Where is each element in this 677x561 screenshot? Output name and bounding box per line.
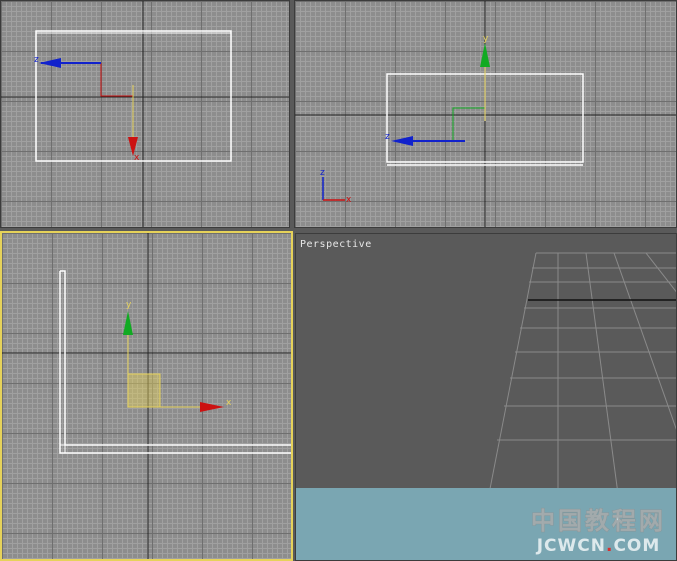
axis-label-z: z xyxy=(34,55,39,65)
tripod-label-x: x xyxy=(346,195,352,205)
watermark-cn: 中国教程网 xyxy=(531,507,666,536)
gizmo-plane xyxy=(452,107,485,141)
tripod-label-z: z xyxy=(320,168,325,178)
viewport-left-scene: y x xyxy=(2,233,291,559)
viewport-top-scene: z x xyxy=(1,1,289,227)
z-arrow xyxy=(391,136,413,146)
viewport-front[interactable]: y z z x xyxy=(294,0,677,228)
viewport-front-scene: y z z x xyxy=(295,1,676,227)
gizmo-plane xyxy=(100,63,133,97)
watermark-com: COM xyxy=(613,536,661,556)
axis-label-x: x xyxy=(134,153,140,163)
y-arrow xyxy=(480,43,490,67)
world-axis-tripod: z x xyxy=(320,168,352,205)
object-outline xyxy=(60,270,291,446)
y-arrow xyxy=(123,311,133,335)
viewport-label-perspective: Perspective xyxy=(300,239,372,250)
axis-label-z: z xyxy=(385,132,390,142)
axis-label-x: x xyxy=(226,398,232,408)
axis-label-y: y xyxy=(483,34,489,44)
viewport-top[interactable]: z x xyxy=(0,0,290,228)
axis-label-y: y xyxy=(126,300,132,310)
viewport-left[interactable]: y x xyxy=(0,231,293,561)
gizmo-plane xyxy=(127,373,161,408)
watermark-en: JCWCN.COM xyxy=(531,536,666,556)
viewport-perspective[interactable]: Perspective 中国教程网 JCWCN.COM xyxy=(295,233,677,561)
z-arrow xyxy=(39,58,61,68)
watermark: 中国教程网 JCWCN.COM xyxy=(531,501,666,557)
x-arrow xyxy=(200,402,224,412)
watermark-en-main: JCWCN xyxy=(536,536,606,556)
